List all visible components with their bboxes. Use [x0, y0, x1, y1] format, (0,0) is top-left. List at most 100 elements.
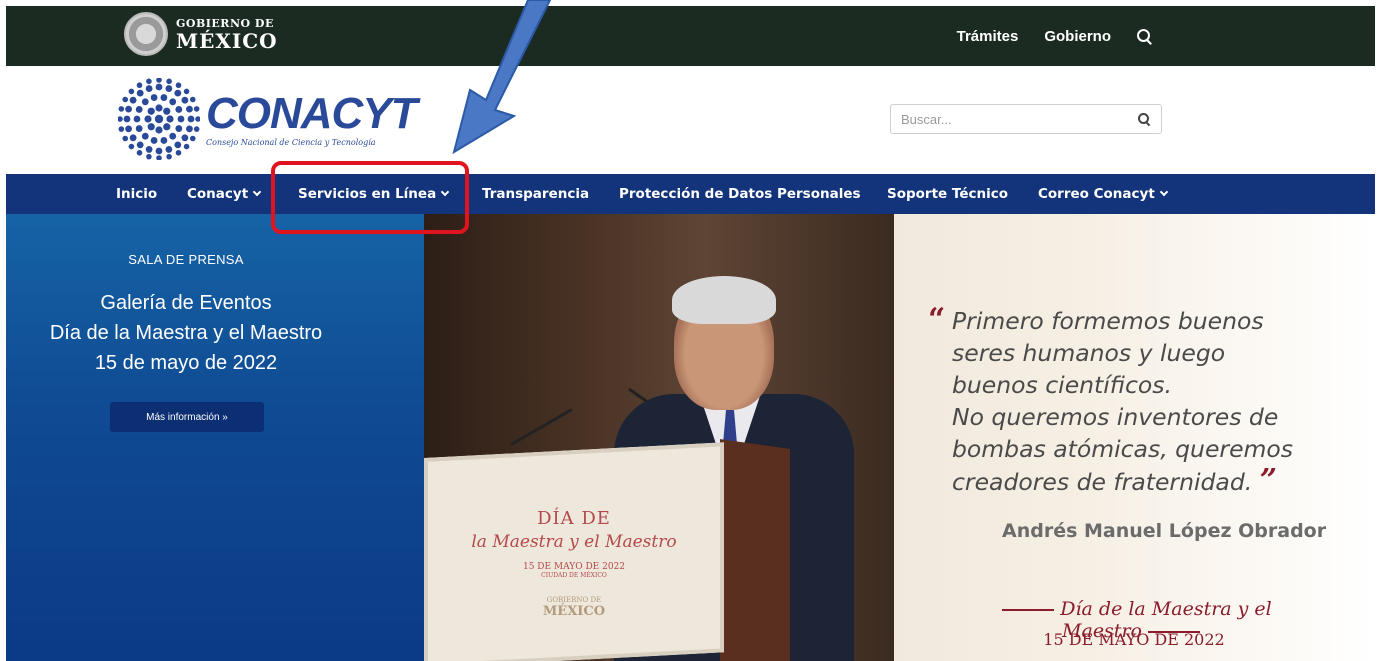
logo-dot: [128, 143, 135, 150]
logo-dot: [193, 106, 200, 112]
logo-dot: [129, 134, 137, 142]
conacyt-logo[interactable]: CONACYT Consejo Nacional de Ciencia y Te…: [118, 78, 418, 160]
logo-dot: [166, 115, 174, 123]
main-navigation: Inicio Conacyt Servicios en Línea Transp…: [6, 174, 1375, 214]
press-label: SALA DE PRENSA: [128, 252, 244, 267]
microphone: [510, 408, 573, 446]
gov-logo-line1: GOBIERNO DE: [176, 16, 274, 30]
logo-dot: [169, 132, 177, 140]
logo-dot: [165, 146, 173, 153]
podium-text-line5: GOBIERNO DE: [546, 596, 602, 604]
logo-dot: [156, 155, 162, 160]
logo-dot: [186, 105, 193, 113]
search-icon[interactable]: [1137, 28, 1153, 45]
logo-dot: [181, 96, 189, 104]
gov-links: Trámites Gobierno: [957, 28, 1153, 45]
logo-dot: [175, 106, 183, 113]
logo-dot: [177, 115, 185, 123]
hero-quote-panel: “ Primero formemos buenos seres humanos …: [894, 214, 1375, 661]
national-seal-icon: [124, 12, 168, 56]
podium-text-line1: DÍA DE: [537, 508, 611, 529]
logo-dot: [145, 85, 153, 92]
nav-item-servicios-en-linea[interactable]: Servicios en Línea: [298, 186, 450, 202]
logo-dot: [136, 82, 143, 89]
logo-dot: [141, 98, 149, 106]
logo-dot: [118, 106, 125, 112]
hero-title: Galería de Eventos Día de la Maestra y e…: [49, 292, 323, 374]
logo-dot: [141, 132, 149, 140]
logo-dot: [125, 105, 132, 113]
logo-dot: [166, 153, 172, 160]
podium-text-line4: CIUDAD DE MÉXICO: [541, 572, 607, 579]
logo-dot: [187, 115, 195, 123]
logo-dot: [174, 141, 182, 149]
logo-dot: [165, 85, 173, 92]
quote-open-mark: “: [928, 302, 946, 337]
chevron-down-icon: [1159, 187, 1169, 197]
chevron-down-icon: [252, 187, 262, 197]
logo-dot: [195, 116, 200, 122]
nav-item-transparencia[interactable]: Transparencia: [482, 186, 589, 202]
logo-dot: [150, 94, 158, 101]
logo-dot: [154, 114, 164, 124]
nav-item-soporte-tecnico[interactable]: Soporte Técnico: [887, 186, 1008, 202]
logo-dot: [175, 149, 182, 156]
gobierno-de-mexico-logo[interactable]: GOBIERNO DE MÉXICO: [124, 12, 278, 56]
search-button[interactable]: [1127, 105, 1161, 133]
logo-dot: [174, 89, 182, 97]
nav-item-proteccion-datos[interactable]: Protección de Datos Personales: [619, 186, 861, 202]
logo-dot: [135, 106, 143, 113]
quote-author: Andrés Manuel López Obrador: [1002, 520, 1327, 542]
logo-dot: [129, 96, 137, 104]
logo-dot: [146, 153, 152, 160]
quote-close-mark: ”: [1259, 463, 1277, 498]
logo-dot: [123, 115, 131, 123]
logo-dot: [122, 135, 129, 142]
gov-logo-line2: MÉXICO: [176, 28, 278, 53]
site-header: CONACYT Consejo Nacional de Ciencia y Te…: [6, 66, 1375, 174]
more-info-button[interactable]: Más información »: [110, 402, 264, 432]
event-date: 15 DE MAYO DE 2022: [1043, 630, 1225, 649]
logo-dot: [169, 98, 177, 106]
hero-photo: DÍA DE la Maestra y el Maestro 15 DE MAY…: [424, 214, 894, 661]
logo-dot: [183, 88, 190, 95]
logo-dot: [136, 141, 144, 149]
gobierno-link[interactable]: Gobierno: [1044, 28, 1111, 45]
logo-dot: [150, 137, 158, 144]
logo-dot: [147, 123, 155, 131]
logo-dot: [181, 134, 189, 142]
logo-dot: [166, 78, 172, 85]
logo-dot: [118, 126, 125, 132]
podium-text-line2: la Maestra y el Maestro: [471, 532, 677, 552]
logo-dot: [125, 125, 132, 133]
logo-dot: [160, 94, 168, 101]
logo-dot: [183, 143, 190, 150]
government-bar: GOBIERNO DE MÉXICO Trámites Gobierno: [6, 6, 1375, 66]
logo-dot: [136, 89, 144, 97]
search-input[interactable]: [891, 105, 1127, 133]
search-icon: [1138, 113, 1150, 125]
hero-banner: SALA DE PRENSA Galería de Eventos Día de…: [6, 214, 1375, 661]
conacyt-logo-name: CONACYT: [206, 88, 418, 138]
podium-text-line6: MÉXICO: [542, 604, 606, 619]
logo-dot: [144, 115, 152, 123]
logo-dot: [155, 104, 163, 112]
logo-dot: [175, 82, 182, 89]
nav-item-correo-conacyt[interactable]: Correo Conacyt: [1038, 186, 1169, 202]
logo-dot: [146, 78, 152, 85]
logo-dot: [155, 126, 163, 134]
logo-dot: [147, 107, 155, 115]
tramites-link[interactable]: Trámites: [957, 28, 1019, 45]
logo-dot: [175, 125, 183, 132]
logo-dot: [135, 125, 143, 132]
logo-dot: [193, 126, 200, 132]
nav-item-conacyt[interactable]: Conacyt: [187, 186, 262, 202]
nav-item-inicio[interactable]: Inicio: [116, 186, 157, 202]
logo-dot: [118, 116, 123, 122]
logo-dot: [189, 96, 196, 103]
conacyt-dot-globe-icon: [118, 78, 200, 160]
podium-text-line3: 15 DE MAYO DE 2022: [522, 562, 626, 572]
chevron-down-icon: [440, 187, 450, 197]
quote-text: Primero formemos buenos seres humanos y …: [952, 307, 1294, 498]
logo-dot: [128, 88, 135, 95]
